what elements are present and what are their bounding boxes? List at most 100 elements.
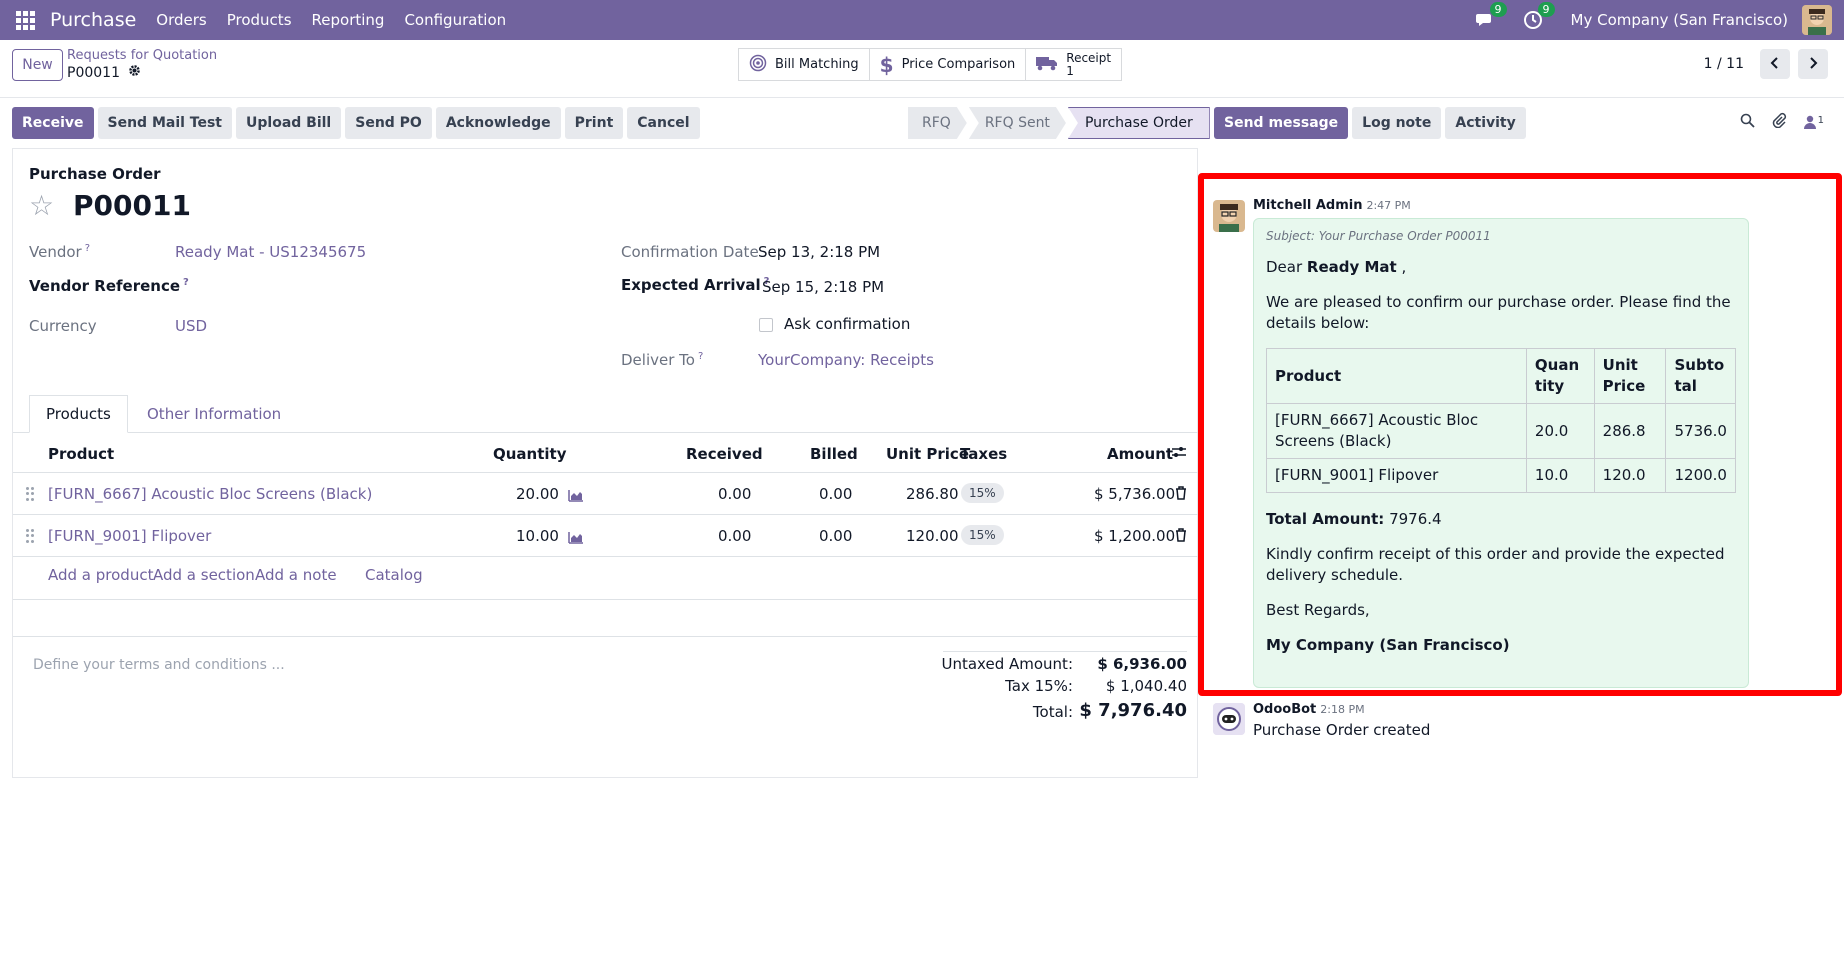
expected-arrival-field[interactable]: Sep 15, 2:18 PM (762, 278, 884, 296)
forecast-chart-icon[interactable] (568, 488, 584, 506)
col-taxes[interactable]: Taxes (960, 445, 1007, 463)
add-note-link[interactable]: Add a note (255, 566, 337, 584)
message-author[interactable]: Mitchell Admin 2:47 PM (1253, 198, 1411, 213)
vendor-label: Vendor? (29, 243, 91, 261)
tab-other-information[interactable]: Other Information (131, 395, 297, 433)
add-product-link[interactable]: Add a product (48, 566, 153, 584)
expected-arrival-label: Expected Arrival? (621, 276, 770, 294)
send-po-button[interactable]: Send PO (345, 107, 432, 139)
drag-handle-icon[interactable] (26, 487, 34, 501)
stage-purchase-order[interactable]: Purchase Order (1067, 107, 1210, 139)
stage-rfq-sent[interactable]: RFQ Sent (969, 107, 1066, 139)
apps-grid-icon[interactable] (14, 9, 36, 31)
col-billed[interactable]: Billed (810, 445, 858, 463)
line-tax-badge[interactable]: 15% (961, 483, 1004, 503)
vendor-field[interactable]: Ready Mat - US12345675 (175, 243, 366, 261)
message-signature: My Company (San Francisco) (1266, 636, 1510, 654)
vendor-reference-field[interactable] (175, 277, 475, 297)
trash-icon[interactable] (1175, 528, 1187, 546)
table-row[interactable]: [FURN_6667] Acoustic Bloc Screens (Black… (13, 473, 1199, 515)
paperclip-icon[interactable] (1771, 112, 1787, 132)
optional-columns-icon[interactable] (1171, 445, 1187, 463)
message-order-table: Product Quantity Unit Price Subtotal [FU… (1266, 348, 1736, 493)
activities-badge: 9 (1537, 2, 1555, 17)
deliver-to-label: Deliver To? (621, 351, 704, 369)
menu-configuration[interactable]: Configuration (404, 11, 506, 29)
total-value: $ 7,976.40 (1079, 700, 1187, 721)
pager-next-button[interactable] (1798, 49, 1828, 79)
activities-clock-icon[interactable]: 9 (1523, 2, 1555, 30)
table-row[interactable]: [FURN_9001] Flipover 10.00 0.00 0.00 120… (13, 515, 1199, 557)
message-table-header: Product (1266, 348, 1527, 404)
price-comparison-button[interactable]: $ Price Comparison (870, 49, 1027, 80)
col-quantity[interactable]: Quantity (493, 445, 567, 463)
message-body: Purchase Order created (1253, 721, 1431, 739)
col-received[interactable]: Received (686, 445, 763, 463)
stage-rfq[interactable]: RFQ (908, 107, 967, 139)
col-amount[interactable]: Amount (1107, 445, 1173, 463)
new-button[interactable]: New (12, 49, 63, 81)
messages-badge: 9 (1489, 2, 1507, 17)
activity-button[interactable]: Activity (1445, 107, 1526, 139)
terms-conditions-input[interactable]: Define your terms and conditions ... (33, 657, 285, 673)
col-unit-price[interactable]: Unit Price (886, 445, 969, 463)
author-avatar[interactable] (1213, 200, 1245, 232)
acknowledge-button[interactable]: Acknowledge (435, 107, 561, 139)
cancel-button[interactable]: Cancel (627, 107, 700, 139)
lines-table-header: Product Quantity Received Billed Unit Pr… (13, 433, 1199, 473)
receive-button[interactable]: Receive (12, 107, 94, 139)
menu-reporting[interactable]: Reporting (312, 11, 385, 29)
breadcrumb-current: P00011 (67, 64, 141, 81)
line-tax-badge[interactable]: 15% (961, 525, 1004, 545)
forecast-chart-icon[interactable] (568, 530, 584, 548)
user-avatar[interactable] (1802, 5, 1832, 35)
followers-icon[interactable]: 1 (1803, 115, 1824, 129)
line-unit-price[interactable]: 286.80 (906, 485, 959, 503)
form-sheet: Purchase Order ☆ P00011 Vendor? Ready Ma… (12, 148, 1199, 778)
send-mail-test-button[interactable]: Send Mail Test (97, 107, 233, 139)
app-name[interactable]: Purchase (50, 9, 136, 31)
line-product[interactable]: [FURN_9001] Flipover (48, 527, 211, 545)
pager-value[interactable]: 1 / 11 (1704, 56, 1744, 72)
smart-buttons: Bill Matching $ Price Comparison Receipt… (738, 48, 1123, 81)
drag-handle-icon[interactable] (26, 529, 34, 543)
trash-icon[interactable] (1175, 486, 1187, 504)
message-total: Total Amount: 7976.4 (1266, 510, 1442, 528)
company-switcher[interactable]: My Company (San Francisco) (1571, 11, 1788, 29)
line-product[interactable]: [FURN_6667] Acoustic Bloc Screens (Black… (48, 485, 372, 503)
log-note-button[interactable]: Log note (1352, 107, 1442, 139)
currency-field[interactable]: USD (175, 317, 207, 335)
col-product[interactable]: Product (48, 445, 114, 463)
line-quantity[interactable]: 10.00 (516, 527, 559, 545)
line-quantity[interactable]: 20.00 (516, 485, 559, 503)
star-icon[interactable]: ☆ (29, 189, 54, 222)
print-button[interactable]: Print (564, 107, 624, 139)
receipt-button[interactable]: Receipt 1 (1026, 49, 1121, 80)
confirmation-date-field[interactable]: Sep 13, 2:18 PM (758, 243, 880, 261)
line-amount: $ 5,736.00 (1094, 485, 1176, 503)
tab-products[interactable]: Products (29, 395, 128, 433)
bill-matching-button[interactable]: Bill Matching (739, 49, 870, 80)
ask-confirmation-checkbox[interactable] (759, 318, 773, 332)
gear-icon[interactable] (128, 64, 141, 81)
odoobot-avatar[interactable] (1213, 703, 1245, 735)
chatter-topbar-icons: 1 (1740, 112, 1824, 132)
message-author[interactable]: OdooBot 2:18 PM (1253, 702, 1365, 717)
menu-products[interactable]: Products (227, 11, 292, 29)
status-bar: RFQ RFQ Sent Purchase Order (908, 107, 1212, 139)
catalog-link[interactable]: Catalog (365, 566, 423, 584)
pager-previous-button[interactable] (1760, 49, 1790, 79)
chevron-left-icon (1770, 55, 1780, 73)
deliver-to-field[interactable]: YourCompany: Receipts (758, 351, 934, 369)
message-subject: Subject: Your Purchase Order P00011 (1266, 229, 1491, 243)
add-section-link[interactable]: Add a section (153, 566, 255, 584)
upload-bill-button[interactable]: Upload Bill (236, 107, 342, 139)
target-icon (749, 54, 767, 76)
breadcrumb-parent[interactable]: Requests for Quotation (67, 48, 217, 63)
menu-orders[interactable]: Orders (156, 11, 206, 29)
line-billed: 0.00 (819, 527, 853, 545)
search-icon[interactable] (1740, 113, 1755, 132)
messages-icon[interactable]: 9 (1475, 2, 1507, 30)
send-message-button[interactable]: Send message (1214, 107, 1349, 139)
line-unit-price[interactable]: 120.00 (906, 527, 959, 545)
